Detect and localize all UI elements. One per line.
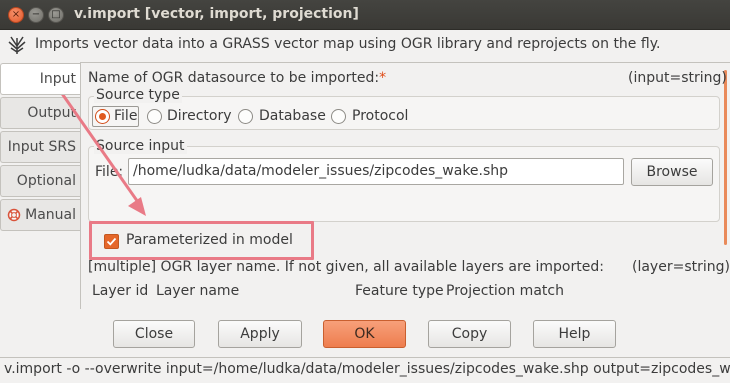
close-button[interactable]: Close bbox=[113, 320, 195, 348]
minimize-window-button[interactable]: − bbox=[28, 7, 44, 23]
tab-label: Output bbox=[27, 105, 76, 121]
required-marker: * bbox=[379, 70, 387, 86]
radio-directory[interactable] bbox=[147, 109, 162, 124]
column-layer-name[interactable]: Layer name bbox=[156, 283, 239, 299]
radio-file[interactable] bbox=[95, 109, 110, 124]
column-projection-match[interactable]: Projection match bbox=[446, 283, 564, 299]
close-icon: × bbox=[11, 9, 21, 20]
close-window-button[interactable]: × bbox=[8, 7, 24, 23]
tab-output[interactable]: Output bbox=[0, 97, 80, 129]
radio-protocol[interactable] bbox=[331, 109, 346, 124]
source-type-title: Source type bbox=[94, 87, 182, 103]
file-label: File: bbox=[95, 164, 124, 180]
title-bar: × − □ v.import [vector, import, projecti… bbox=[0, 0, 730, 30]
copy-button[interactable]: Copy bbox=[428, 320, 511, 348]
tab-label: Optional bbox=[16, 173, 76, 189]
column-feature-type[interactable]: Feature type bbox=[355, 283, 444, 299]
lifebuoy-icon bbox=[7, 208, 21, 222]
column-layer-id[interactable]: Layer id bbox=[92, 283, 148, 299]
vertical-scrollbar[interactable] bbox=[724, 70, 727, 245]
maximize-icon: □ bbox=[51, 9, 61, 20]
radio-file-label[interactable]: File bbox=[114, 108, 137, 124]
datasource-param: (input=string) bbox=[628, 70, 727, 86]
layer-label: [multiple] OGR layer name. If not given,… bbox=[88, 259, 604, 275]
window-title: v.import [vector, import, projection] bbox=[74, 6, 359, 22]
tab-input[interactable]: Input bbox=[0, 63, 80, 95]
ok-button[interactable]: OK bbox=[323, 320, 406, 348]
tab-label: Manual bbox=[25, 207, 76, 223]
description-bar: Imports vector data into a GRASS vector … bbox=[0, 30, 730, 60]
status-bar: v.import -o --overwrite input=/home/ludk… bbox=[0, 357, 730, 383]
tab-input-srs[interactable]: Input SRS bbox=[0, 131, 80, 163]
radio-directory-label[interactable]: Directory bbox=[167, 108, 232, 124]
tab-optional[interactable]: Optional bbox=[0, 165, 80, 197]
radio-database[interactable] bbox=[238, 109, 253, 124]
command-line-text: v.import -o --overwrite input=/home/ludk… bbox=[4, 361, 730, 377]
minimize-icon: − bbox=[31, 9, 41, 20]
datasource-label: Name of OGR datasource to be imported:* bbox=[88, 70, 386, 86]
tab-label: Input SRS bbox=[7, 139, 76, 155]
tab-manual[interactable]: Manual bbox=[0, 199, 80, 231]
grass-logo-icon bbox=[8, 36, 26, 54]
browse-button[interactable]: Browse bbox=[631, 158, 713, 186]
datasource-label-text: Name of OGR datasource to be imported: bbox=[88, 70, 380, 86]
radio-protocol-label[interactable]: Protocol bbox=[352, 108, 408, 124]
annotation-highlight-box bbox=[89, 221, 314, 260]
layer-param: (layer=string) bbox=[632, 259, 730, 275]
file-path-input[interactable]: /home/ludka/data/modeler_issues/zipcodes… bbox=[128, 158, 624, 185]
maximize-window-button[interactable]: □ bbox=[48, 7, 64, 23]
radio-database-label[interactable]: Database bbox=[259, 108, 326, 124]
tab-label: Input bbox=[39, 71, 76, 87]
help-button[interactable]: Help bbox=[533, 320, 616, 348]
apply-button[interactable]: Apply bbox=[218, 320, 302, 348]
source-input-title: Source input bbox=[94, 138, 187, 154]
module-description: Imports vector data into a GRASS vector … bbox=[35, 36, 661, 52]
